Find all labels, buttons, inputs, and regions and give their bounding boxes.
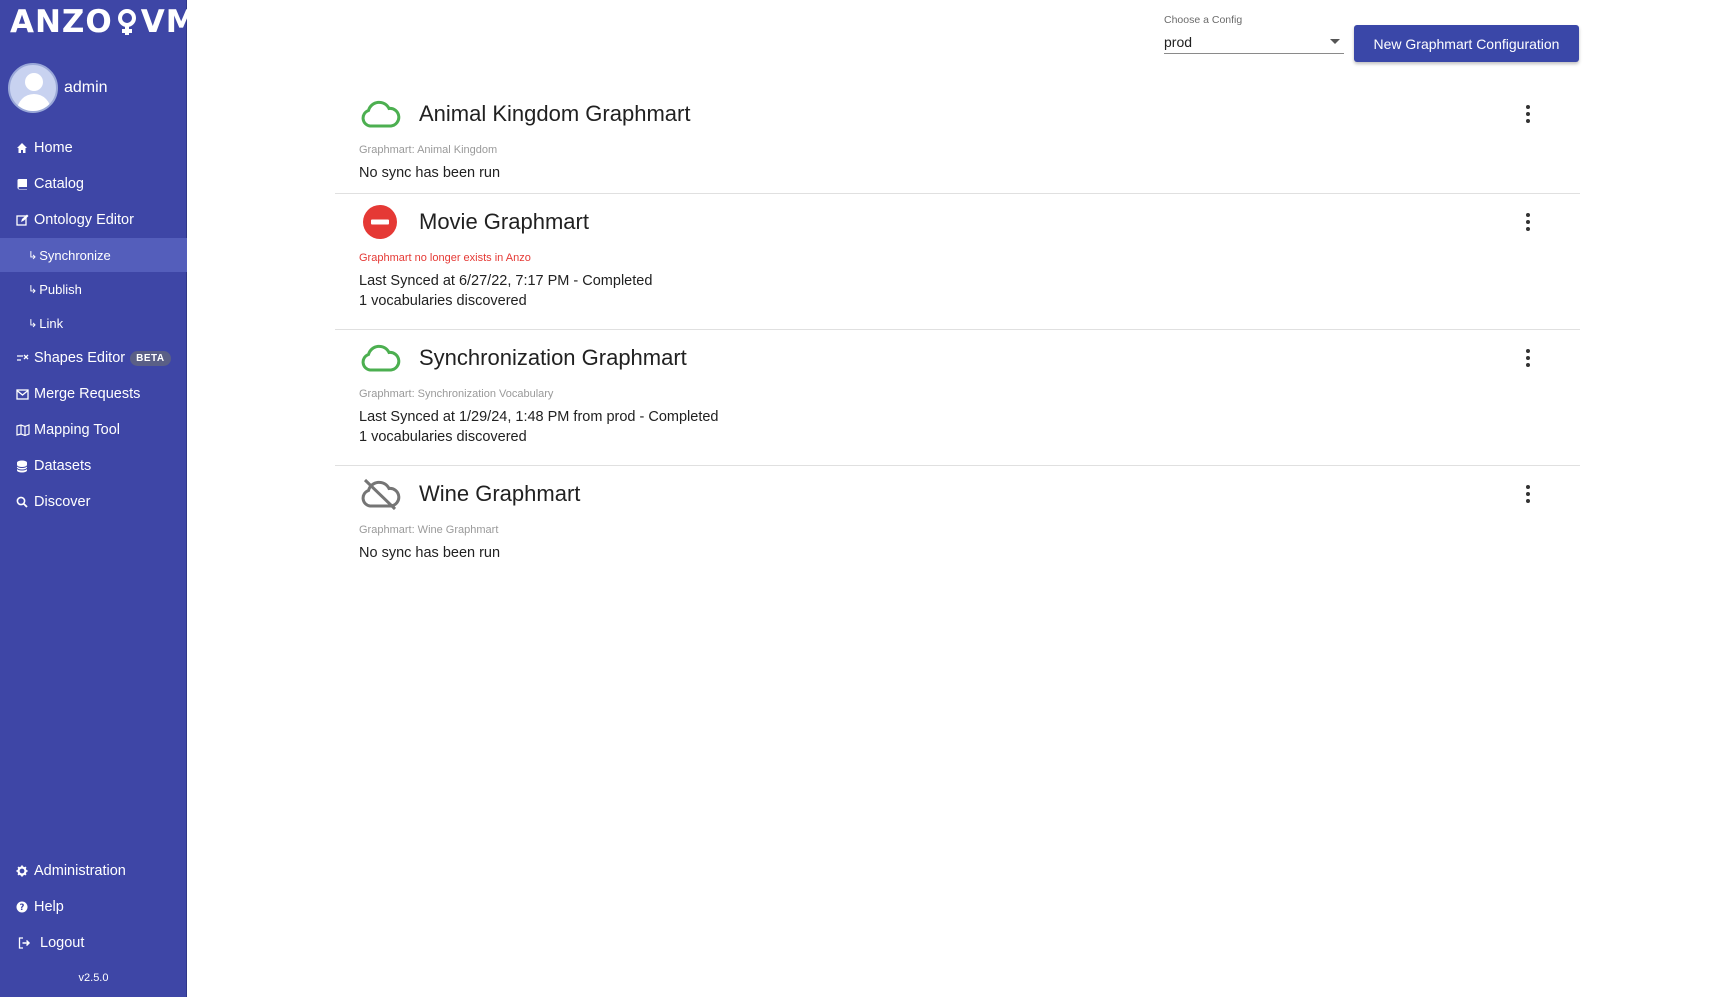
sidebar-subitem-publish[interactable]: ↳ Publish (0, 272, 187, 306)
cloud-icon (359, 341, 401, 375)
app-logo[interactable]: ANZO VM (10, 2, 198, 42)
book-icon (16, 178, 32, 190)
sidebar-item-label: Home (34, 140, 73, 156)
map-icon (16, 424, 32, 436)
edit-icon (16, 214, 32, 226)
sidebar-item-label: Administration (34, 863, 126, 879)
sidebar-subitem-label: Synchronize (39, 247, 111, 263)
sidebar-nav: Home Catalog Ontology Editor ↳ Synchroni… (0, 130, 187, 520)
sync-status: Last Synced at 1/29/24, 1:48 PM from pro… (359, 409, 719, 425)
sidebar-item-merge-requests[interactable]: Merge Requests (0, 376, 187, 412)
sidebar-item-label: Discover (34, 494, 91, 510)
sidebar-item-help[interactable]: ? Help (0, 889, 187, 925)
new-graphmart-configuration-button[interactable]: New Graphmart Configuration (1354, 25, 1579, 62)
home-icon (16, 142, 32, 154)
app-version: v2.5.0 (78, 972, 109, 984)
sync-status: No sync has been run (359, 545, 501, 561)
logo-glyph-icon (117, 9, 136, 35)
graphmart-subtitle: Graphmart: Animal Kingdom (359, 144, 498, 156)
more-options-icon[interactable] (1516, 210, 1540, 234)
vocabularies-count: 1 vocabularies discovered (359, 293, 527, 309)
sync-status: No sync has been run (359, 165, 501, 181)
vocabularies-count: 1 vocabularies discovered (359, 429, 527, 445)
subitem-arrow-icon: ↳ (28, 317, 38, 330)
graphmart-subtitle: Graphmart: Wine Graphmart (359, 524, 499, 536)
sidebar-item-datasets[interactable]: Datasets (0, 448, 187, 484)
sidebar-subitem-synchronize[interactable]: ↳ Synchronize (0, 238, 187, 272)
user-name: admin (64, 79, 108, 96)
graphmart-subtitle: Graphmart: Synchronization Vocabulary (359, 388, 554, 400)
config-selector: Choose a Config prod (1164, 14, 1344, 54)
sidebar-item-logout[interactable]: Logout (0, 925, 187, 961)
graphmart-title[interactable]: Wine Graphmart (419, 481, 580, 507)
sidebar-subitem-link[interactable]: ↳ Link (0, 306, 187, 340)
envelope-icon (16, 388, 32, 400)
sidebar-item-ontology-editor[interactable]: Ontology Editor (0, 202, 187, 238)
sidebar-item-label: Catalog (34, 176, 84, 192)
graphmart-title[interactable]: Synchronization Graphmart (419, 345, 687, 371)
shapes-icon (16, 352, 32, 364)
logo-text: ANZO (10, 4, 113, 40)
sidebar-item-shapes-editor[interactable]: Shapes Editor BETA (0, 340, 187, 376)
sidebar-item-home[interactable]: Home (0, 130, 187, 166)
sidebar-subitem-label: Publish (39, 281, 82, 297)
sidebar-item-mapping-tool[interactable]: Mapping Tool (0, 412, 187, 448)
sidebar: ANZO VM admin Home Catalog Ontology Edit… (0, 0, 197, 997)
user-profile[interactable]: admin (8, 63, 108, 113)
cloud-icon (359, 97, 401, 131)
sidebar-item-label: Ontology Editor (34, 212, 134, 228)
logout-icon (18, 937, 38, 949)
graphmart-title[interactable]: Animal Kingdom Graphmart (419, 101, 690, 127)
sidebar-subitem-label: Link (39, 315, 64, 331)
graphmart-list: Animal Kingdom Graphmart Graphmart: Anim… (335, 86, 1580, 574)
sidebar-item-administration[interactable]: Administration (0, 853, 187, 889)
config-value: prod (1164, 33, 1193, 50)
graphmart-error-message: Graphmart no longer exists in Anzo (359, 252, 531, 264)
sidebar-item-discover[interactable]: Discover (0, 484, 187, 520)
chevron-down-icon (1330, 39, 1340, 44)
config-label: Choose a Config (1164, 14, 1243, 26)
subitem-arrow-icon: ↳ (28, 249, 38, 262)
subitem-arrow-icon: ↳ (28, 283, 38, 296)
logo-text-suffix: VM (140, 4, 198, 40)
database-icon (16, 460, 32, 473)
avatar (8, 63, 58, 113)
sidebar-item-label: Shapes Editor (34, 350, 126, 366)
more-options-icon[interactable] (1516, 482, 1540, 506)
beta-badge: BETA (130, 350, 171, 366)
sidebar-item-label: Mapping Tool (34, 422, 120, 438)
sidebar-item-label: Datasets (34, 458, 92, 474)
graphmart-card: Movie Graphmart Graphmart no longer exis… (335, 194, 1580, 330)
more-options-icon[interactable] (1516, 346, 1540, 370)
error-icon (359, 205, 401, 239)
graphmart-card: Wine Graphmart Graphmart: Wine Graphmart… (335, 466, 1580, 574)
sidebar-item-label: Logout (40, 935, 85, 951)
config-dropdown[interactable]: prod (1164, 30, 1344, 54)
sidebar-item-label: Help (34, 899, 64, 915)
search-icon (16, 496, 32, 508)
graphmart-card: Synchronization Graphmart Graphmart: Syn… (335, 330, 1580, 466)
more-options-icon[interactable] (1516, 102, 1540, 126)
graphmart-title[interactable]: Movie Graphmart (419, 209, 589, 235)
cloud-off-icon (359, 477, 401, 511)
gear-icon (16, 865, 32, 877)
sync-status: Last Synced at 6/27/22, 7:17 PM - Comple… (359, 273, 653, 289)
sidebar-item-label: Merge Requests (34, 386, 141, 402)
sidebar-bottom-nav: Administration ? Help Logout (0, 853, 187, 961)
svg-text:?: ? (20, 903, 25, 913)
graphmart-card: Animal Kingdom Graphmart Graphmart: Anim… (335, 86, 1580, 194)
help-icon: ? (16, 901, 32, 913)
sidebar-item-catalog[interactable]: Catalog (0, 166, 187, 202)
